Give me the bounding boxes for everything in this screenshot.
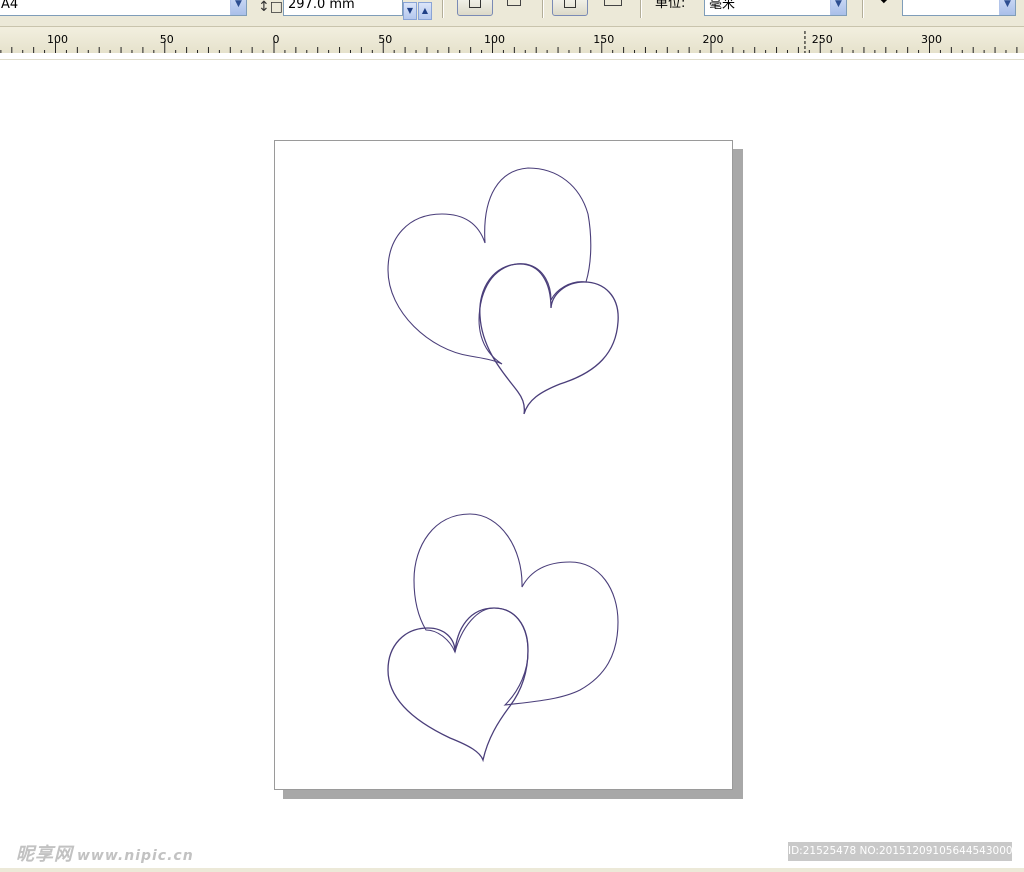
heart-outline-bottom-small[interactable] (387, 607, 529, 763)
status-strip (0, 868, 1024, 872)
drawing-layer (387, 167, 619, 763)
heart-outline-top-large[interactable] (387, 167, 592, 365)
watermark-id: ID:21525478 NO:20151209105644543000 (788, 842, 1012, 861)
watermark-site: www.nipic.cn (77, 848, 194, 864)
watermark-brand: 昵享网 (16, 844, 73, 865)
heart-outline-bottom-large[interactable] (413, 513, 619, 706)
watermark-logo: 昵享网 www.nipic.cn (16, 840, 194, 868)
